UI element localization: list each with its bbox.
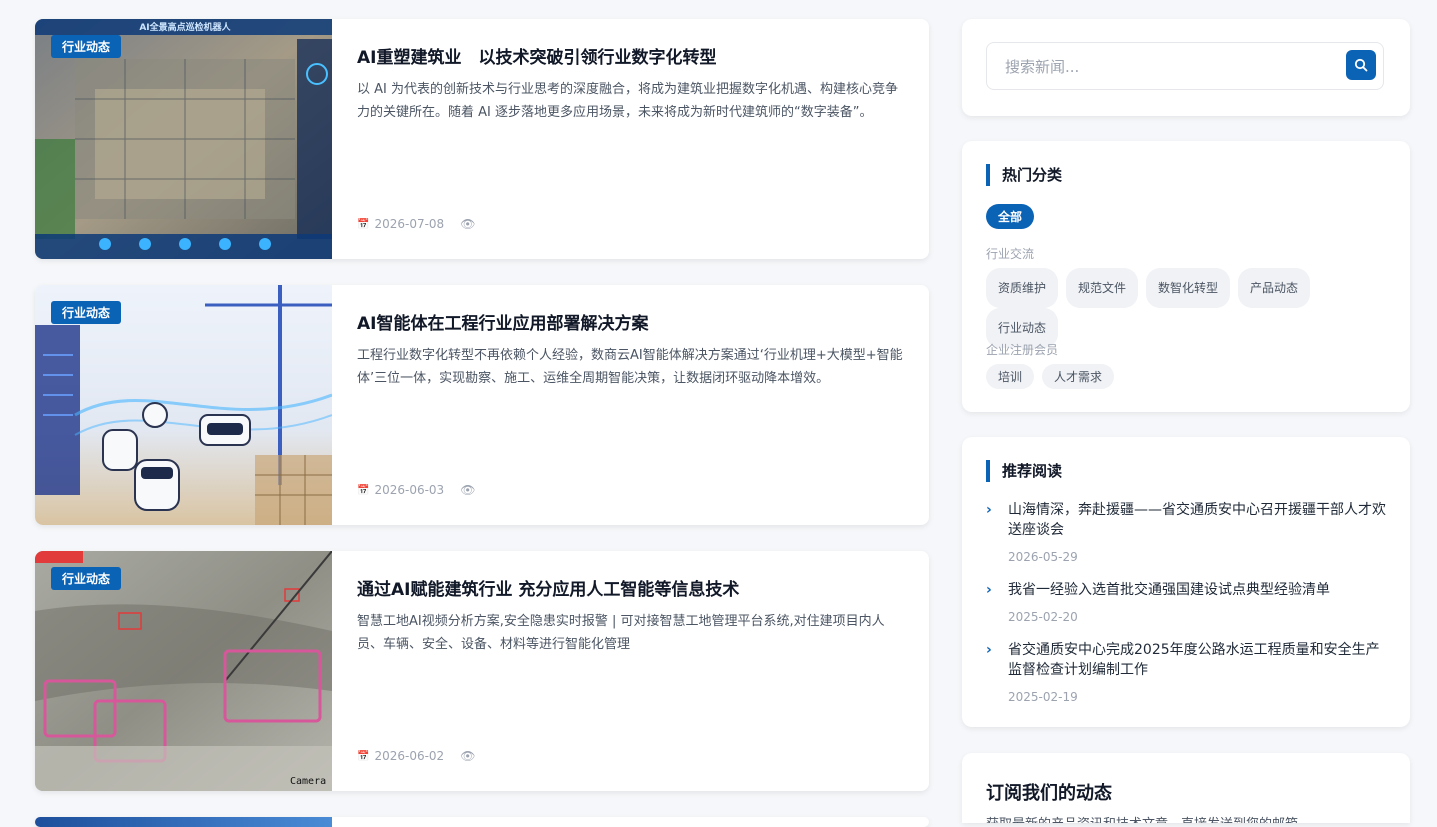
article-body: AI智能体在工程行业应用部署解决方案 工程行业数字化转型不再依赖个人经验，数商云… — [332, 285, 929, 525]
eye-icon: 👁 — [460, 749, 476, 763]
category-badge[interactable]: 行业动态 — [51, 35, 122, 58]
recommended-item[interactable]: › 山海情深，奔赴援疆——省交通质安中心召开援疆干部人才欢送座谈会 2026-0… — [986, 500, 1386, 564]
article-date: 2026-07-08 — [374, 217, 445, 231]
recommended-title: 推荐阅读 — [986, 460, 1062, 482]
article-body: AI重塑建筑业 以技术突破引领行业数字化转型 以 AI 为代表的创新技术与行业思… — [332, 19, 929, 259]
category-chip-all[interactable]: 全部 — [986, 204, 1035, 229]
recommended-item-date: 2025-02-19 — [1008, 690, 1078, 704]
subscribe-title: 订阅我们的动态 — [986, 783, 1112, 804]
article-excerpt: 智慧工地AI视频分析方案,安全隐患实时报警 | 可对接智慧工地管理平台系统,对住… — [357, 614, 885, 652]
categories-title: 热门分类 — [986, 164, 1062, 186]
calendar-icon: 📅 — [357, 484, 370, 496]
article-thumbnail[interactable]: AI全景高点巡检机器人 行业动态 — [35, 19, 332, 259]
recommended-panel: 推荐阅读 › 山海情深，奔赴援疆——省交通质安中心召开援疆干部人才欢送座谈会 2… — [962, 437, 1410, 727]
article-meta: 📅 2026-07-08 👁 — [357, 217, 475, 231]
category-chip[interactable]: 产品动态 — [1238, 268, 1311, 308]
chip-row-industry: 资质维护 规范文件 数智化转型 产品动态 行业动态 — [986, 268, 1386, 348]
chip-row-members: 培训 人才需求 — [986, 364, 1122, 389]
article-list: AI全景高点巡检机器人 行业动态 AI重塑建筑业 以技术突破引领行业数字化转型 … — [35, 19, 929, 827]
calendar-icon: 📅 — [357, 750, 370, 762]
category-group-label: 行业交流 — [986, 247, 1035, 261]
article-card[interactable]: 行业动态 AI智能体在工程行业应用部署解决方案 工程行业数字化转型不再依赖个人经… — [35, 285, 929, 525]
search-button[interactable] — [1346, 50, 1376, 80]
category-chip[interactable]: 资质维护 — [986, 268, 1059, 308]
chevron-right-icon: › — [986, 582, 992, 598]
categories-panel: 热门分类 全部 行业交流 资质维护 规范文件 数智化转型 产品动态 行业动态 企业注册会… — [962, 141, 1410, 412]
article-body: 通过AI赋能建筑行业 充分应用人工智能等信息技术 智慧工地AI视频分析方案,安全… — [332, 551, 929, 791]
eye-icon: 👁 — [460, 217, 476, 231]
recommended-item[interactable]: › 我省一经验入选首批交通强国建设试点典型经验清单 2025-02-20 — [986, 580, 1386, 624]
category-chip[interactable]: 规范文件 — [1066, 268, 1139, 308]
article-title[interactable]: AI智能体在工程行业应用部署解决方案 — [357, 309, 903, 334]
article-card[interactable]: AI全景高点巡检机器人 行业动态 AI重塑建筑业 以技术突破引领行业数字化转型 … — [35, 19, 929, 259]
search-icon — [1354, 58, 1368, 72]
image-caption: AI全景高点巡检机器人 — [139, 21, 231, 33]
article-thumbnail[interactable]: Camera 1 行业动态 — [35, 551, 332, 791]
article-card[interactable] — [35, 817, 929, 827]
recommended-item-title[interactable]: 省交通质安中心完成2025年度公路水运工程质量和安全生产监督检查计划编制工作 — [1008, 640, 1386, 680]
article-meta: 📅 2026-06-03 👁 — [357, 483, 475, 497]
recommended-item-title[interactable]: 我省一经验入选首批交通强国建设试点典型经验清单 — [1008, 580, 1386, 600]
article-title[interactable]: AI重塑建筑业 以技术突破引领行业数字化转型 — [357, 43, 903, 68]
chip-row-all: 全部 — [986, 204, 1042, 229]
eye-icon: 👁 — [460, 483, 476, 497]
category-badge[interactable]: 行业动态 — [51, 301, 122, 324]
article-thumbnail[interactable] — [35, 817, 332, 827]
category-chip[interactable]: 数智化转型 — [1146, 268, 1231, 308]
article-excerpt: 工程行业数字化转型不再依赖个人经验，数商云AI智能体解决方案通过‘行业机理+大模… — [357, 348, 903, 386]
recommended-item-date: 2025-02-20 — [1008, 610, 1078, 624]
recommended-item-title[interactable]: 山海情深，奔赴援疆——省交通质安中心召开援疆干部人才欢送座谈会 — [1008, 500, 1386, 540]
article-date: 2026-06-03 — [374, 483, 445, 497]
article-excerpt: 以 AI 为代表的创新技术与行业思考的深度融合，将成为建筑业把握数字化机遇、构建… — [357, 82, 898, 120]
search-box — [986, 42, 1384, 90]
chevron-right-icon: › — [986, 642, 992, 658]
calendar-icon: 📅 — [357, 218, 370, 230]
search-input[interactable] — [1003, 57, 1327, 77]
category-group-label: 企业注册会员 — [986, 343, 1059, 357]
article-title[interactable]: 通过AI赋能建筑行业 充分应用人工智能等信息技术 — [357, 575, 903, 600]
subscribe-panel: 订阅我们的动态 获取最新的产品资讯和技术文章，直接发送到您的邮箱 — [962, 753, 1410, 823]
article-meta: 📅 2026-06-02 👁 — [357, 749, 475, 763]
category-chip[interactable]: 培训 — [986, 364, 1035, 389]
category-badge[interactable]: 行业动态 — [51, 567, 122, 590]
article-card[interactable]: Camera 1 行业动态 通过AI赋能建筑行业 充分应用人工智能等信息技术 智… — [35, 551, 929, 791]
search-panel — [962, 19, 1410, 116]
article-date: 2026-06-02 — [374, 749, 445, 763]
chevron-right-icon: › — [986, 502, 992, 518]
article-thumbnail[interactable]: 行业动态 — [35, 285, 332, 525]
category-chip[interactable]: 人才需求 — [1042, 364, 1115, 389]
recommended-item[interactable]: › 省交通质安中心完成2025年度公路水运工程质量和安全生产监督检查计划编制工作… — [986, 640, 1386, 704]
subscribe-desc: 获取最新的产品资讯和技术文章，直接发送到您的邮箱 — [986, 813, 1298, 823]
recommended-item-date: 2026-05-29 — [1008, 550, 1078, 564]
camera-label: Camera 1 — [290, 776, 332, 787]
